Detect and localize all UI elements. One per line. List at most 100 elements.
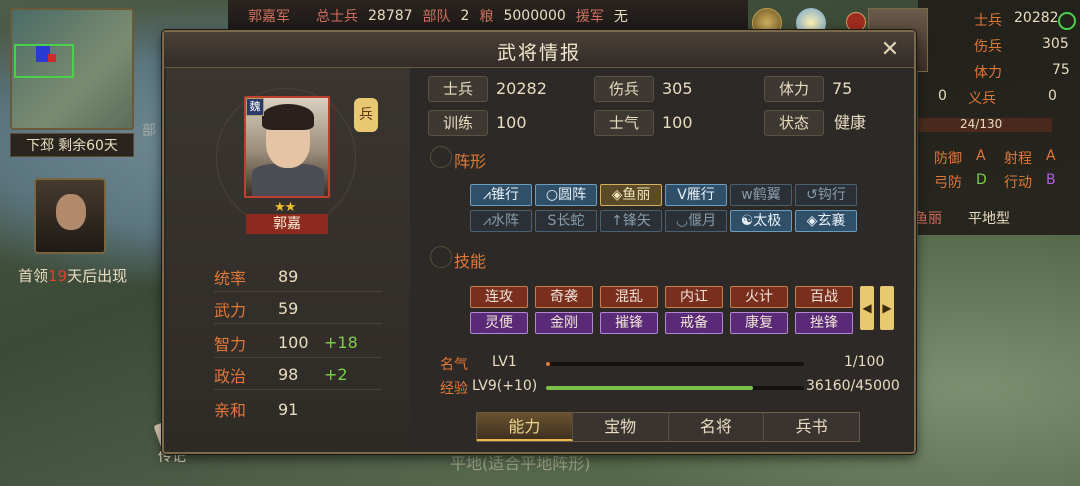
reinforce-value: 无 — [613, 8, 628, 25]
skill-7[interactable]: 金刚 — [535, 312, 593, 334]
skill-8[interactable]: 摧锋 — [600, 312, 658, 334]
boss-portrait[interactable] — [34, 178, 106, 254]
portrait-armor — [252, 164, 324, 196]
side-move-grade: B — [1046, 172, 1056, 188]
skill-2[interactable]: 混乱 — [600, 286, 658, 308]
skill-11[interactable]: 挫锋 — [795, 312, 853, 334]
fame-bar-fill — [546, 362, 550, 366]
dialog-tabs: 能力 宝物 名将 兵书 — [476, 412, 860, 442]
side-wounded-label: 伤兵 — [974, 39, 1002, 55]
formation-11[interactable]: ◈玄襄 — [795, 210, 857, 232]
exp-value: 36160/45000 — [806, 378, 900, 394]
top-status-bar: 郭嘉军 总士兵 28787 部队 2 粮 5000000 援军 无 — [228, 0, 748, 32]
chevron-right-icon: ▶ — [882, 301, 892, 315]
side-militia: 义兵 — [968, 91, 996, 107]
wounded-value: 305 — [662, 79, 693, 98]
formation-title: 阵形 — [454, 152, 487, 171]
stamina-value: 75 — [832, 79, 853, 98]
side-info-panel: 士兵 20282 伤兵 305 体力 75 0 义兵 0 24/130 防御 A… — [868, 0, 1080, 235]
fame-value: 1/100 — [844, 354, 885, 370]
formation-10[interactable]: ☯太极 — [730, 210, 792, 232]
minimap[interactable] — [10, 8, 134, 130]
side-range-grade: A — [1046, 148, 1056, 164]
army-name: 郭嘉军 — [248, 8, 290, 25]
exp-label: 经验 — [440, 381, 468, 397]
attr-politics: 政治 98 +2 — [214, 360, 382, 390]
boss-face — [56, 194, 86, 230]
side-stamina-label: 体力 — [974, 65, 1002, 81]
exp-level: LV9(+10) — [472, 378, 538, 394]
side-wounded: 305 — [1042, 36, 1069, 52]
side-defense-label: 防御 — [934, 151, 962, 167]
tab-military-book[interactable]: 兵书 — [764, 413, 859, 441]
grain-value: 5000000 — [503, 7, 566, 24]
side-zero-1: 0 — [938, 88, 947, 104]
skill-10[interactable]: 康复 — [730, 312, 788, 334]
side-move-label: 行动 — [1004, 175, 1032, 191]
status-label: 状态 — [764, 110, 824, 136]
background-label: 部 — [142, 123, 156, 139]
city-name: 下邳 — [26, 138, 55, 154]
attr-intelligence: 智力 100 +18 — [214, 328, 382, 358]
formation-2[interactable]: ◈鱼丽 — [600, 184, 662, 206]
chevron-left-icon: ◀ — [862, 301, 872, 315]
morale-value: 100 — [662, 113, 693, 132]
skills-ornament-icon — [430, 246, 452, 268]
skill-1[interactable]: 奇袭 — [535, 286, 593, 308]
minimap-caption: 下邳 剩余60天 — [10, 133, 134, 157]
training-value: 100 — [496, 113, 527, 132]
portrait-hair — [262, 104, 314, 130]
skill-6[interactable]: 灵便 — [470, 312, 528, 334]
tab-famous-generals[interactable]: 名将 — [668, 413, 765, 441]
formation-8[interactable]: ↑锋矢 — [600, 210, 662, 232]
tab-ability[interactable]: 能力 — [477, 413, 573, 441]
skills-prev-button[interactable]: ◀ — [860, 286, 874, 330]
status-value: 健康 — [834, 113, 867, 132]
formation-ornament-icon — [430, 146, 452, 168]
side-zero-2: 0 — [1048, 88, 1057, 104]
minimap-enemy-marker — [48, 54, 56, 62]
formation-1[interactable]: ○圆阵 — [535, 184, 597, 206]
side-stamina: 75 — [1052, 62, 1070, 78]
skill-9[interactable]: 戒备 — [665, 312, 723, 334]
wounded-label: 伤兵 — [594, 76, 654, 102]
attr-charisma: 亲和 91 — [214, 399, 299, 421]
reinforce-label: 援军 — [575, 8, 604, 25]
boss-countdown: 首领19天后出现 — [18, 267, 128, 285]
soldiers-value: 20282 — [496, 79, 547, 98]
formation-4[interactable]: w鹤翼 — [730, 184, 792, 206]
close-button[interactable]: ✕ — [878, 38, 902, 62]
days-remaining: 剩余60天 — [58, 138, 118, 154]
formation-6[interactable]: ⩘水阵 — [470, 210, 532, 232]
skill-5[interactable]: 百战 — [795, 286, 853, 308]
side-soldiers: 20282 — [1014, 10, 1059, 26]
fame-level: LV1 — [492, 354, 517, 370]
side-range-label: 射程 — [1004, 151, 1032, 167]
side-defense-grade: A — [976, 148, 986, 164]
general-profile-pane: 魏 ★★ 郭嘉 兵 统率 89 武力 59 智力 100 +18 政治 98 +2 亲和 91 — [166, 68, 410, 452]
formation-5[interactable]: ↺钩行 — [795, 184, 857, 206]
general-name: 郭嘉 — [246, 214, 328, 234]
soldiers-label: 士兵 — [428, 76, 488, 102]
formation-3[interactable]: V雁行 — [665, 184, 727, 206]
attr-leadership: 统率 89 — [214, 262, 382, 292]
tab-treasure[interactable]: 宝物 — [572, 413, 669, 441]
total-label: 总士兵 — [316, 8, 358, 25]
faction-badge: 魏 — [246, 98, 264, 116]
skill-3[interactable]: 内讧 — [665, 286, 723, 308]
exp-bar-fill — [546, 386, 754, 390]
units-value: 2 — [460, 7, 470, 24]
formation-7[interactable]: S长蛇 — [535, 210, 597, 232]
formation-9[interactable]: ◡偃月 — [665, 210, 727, 232]
units-label: 部队 — [422, 8, 451, 25]
side-formation: 鱼丽 — [914, 211, 942, 227]
formation-0[interactable]: ⩘锥行 — [470, 184, 532, 206]
skills-next-button[interactable]: ▶ — [880, 286, 894, 330]
training-label: 训练 — [428, 110, 488, 136]
rank-stars: ★★ — [274, 200, 296, 215]
skill-0[interactable]: 连攻 — [470, 286, 528, 308]
skill-4[interactable]: 火计 — [730, 286, 788, 308]
troop-type-badge[interactable]: 兵 — [354, 98, 378, 132]
side-bowdef-label: 弓防 — [934, 175, 962, 191]
close-icon: ✕ — [880, 37, 900, 62]
